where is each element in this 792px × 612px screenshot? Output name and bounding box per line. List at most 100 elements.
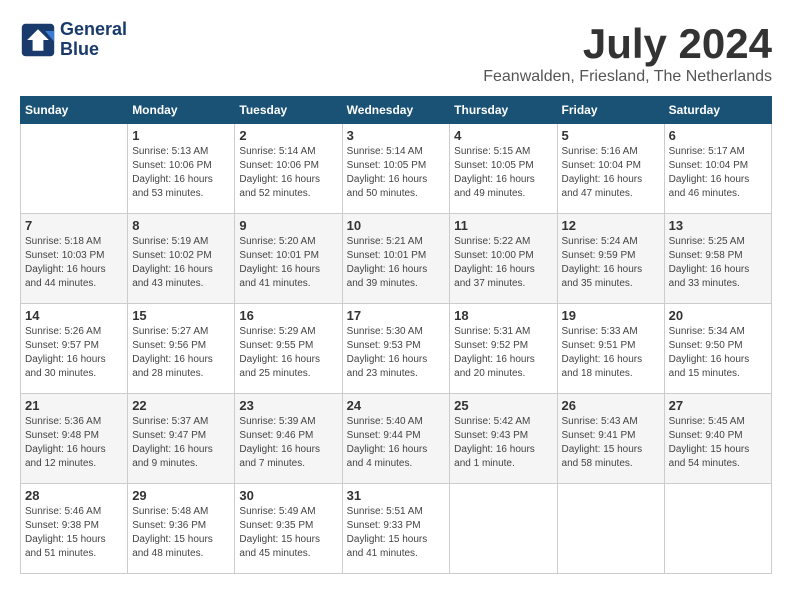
day-detail: Sunrise: 5:26 AM Sunset: 9:57 PM Dayligh… — [25, 325, 123, 381]
calendar-cell: 12 Sunrise: 5:24 AM Sunset: 9:59 PM Dayli… — [557, 214, 664, 304]
day-detail: Sunrise: 5:21 AM Sunset: 10:01 PM Daylig… — [347, 235, 446, 291]
calendar-cell — [664, 484, 771, 574]
calendar-cell: 19 Sunrise: 5:33 AM Sunset: 9:51 PM Dayli… — [557, 304, 664, 394]
day-detail: Sunrise: 5:27 AM Sunset: 9:56 PM Dayligh… — [132, 325, 230, 381]
day-number: 8 — [132, 218, 230, 233]
day-number: 31 — [347, 488, 446, 503]
day-number: 3 — [347, 128, 446, 143]
calendar-cell: 2 Sunrise: 5:14 AM Sunset: 10:06 PM Dayli… — [235, 124, 342, 214]
day-detail: Sunrise: 5:24 AM Sunset: 9:59 PM Dayligh… — [562, 235, 660, 291]
calendar-cell — [21, 124, 128, 214]
day-detail: Sunrise: 5:49 AM Sunset: 9:35 PM Dayligh… — [239, 505, 337, 561]
day-number: 4 — [454, 128, 552, 143]
column-header-friday: Friday — [557, 97, 664, 124]
page-header: General Blue July 2024 Feanwalden, Fries… — [20, 20, 772, 86]
day-number: 13 — [669, 218, 767, 233]
day-detail: Sunrise: 5:15 AM Sunset: 10:05 PM Daylig… — [454, 145, 552, 201]
day-detail: Sunrise: 5:34 AM Sunset: 9:50 PM Dayligh… — [669, 325, 767, 381]
day-number: 16 — [239, 308, 337, 323]
calendar-cell: 10 Sunrise: 5:21 AM Sunset: 10:01 PM Dayl… — [342, 214, 450, 304]
column-header-saturday: Saturday — [664, 97, 771, 124]
day-number: 23 — [239, 398, 337, 413]
day-detail: Sunrise: 5:46 AM Sunset: 9:38 PM Dayligh… — [25, 505, 123, 561]
day-number: 19 — [562, 308, 660, 323]
day-detail: Sunrise: 5:40 AM Sunset: 9:44 PM Dayligh… — [347, 415, 446, 471]
day-detail: Sunrise: 5:18 AM Sunset: 10:03 PM Daylig… — [25, 235, 123, 291]
calendar-cell: 14Sunrise: 5:26 AM Sunset: 9:57 PM Dayli… — [21, 304, 128, 394]
column-header-sunday: Sunday — [21, 97, 128, 124]
day-detail: Sunrise: 5:14 AM Sunset: 10:06 PM Daylig… — [239, 145, 337, 201]
calendar-cell: 17 Sunrise: 5:30 AM Sunset: 9:53 PM Dayli… — [342, 304, 450, 394]
calendar-cell: 18 Sunrise: 5:31 AM Sunset: 9:52 PM Dayli… — [450, 304, 557, 394]
day-number: 7 — [25, 218, 123, 233]
calendar-cell: 8Sunrise: 5:19 AM Sunset: 10:02 PM Dayli… — [128, 214, 235, 304]
calendar-cell — [450, 484, 557, 574]
day-number: 18 — [454, 308, 552, 323]
day-number: 6 — [669, 128, 767, 143]
day-detail: Sunrise: 5:13 AM Sunset: 10:06 PM Daylig… — [132, 145, 230, 201]
day-number: 29 — [132, 488, 230, 503]
calendar-cell: 26Sunrise: 5:43 AM Sunset: 9:41 PM Dayli… — [557, 394, 664, 484]
day-detail: Sunrise: 5:45 AM Sunset: 9:40 PM Dayligh… — [669, 415, 767, 471]
day-detail: Sunrise: 5:36 AM Sunset: 9:48 PM Dayligh… — [25, 415, 123, 471]
calendar-cell: 13 Sunrise: 5:25 AM Sunset: 9:58 PM Dayli… — [664, 214, 771, 304]
calendar-cell: 27 Sunrise: 5:45 AM Sunset: 9:40 PM Dayli… — [664, 394, 771, 484]
column-header-wednesday: Wednesday — [342, 97, 450, 124]
calendar-cell: 20Sunrise: 5:34 AM Sunset: 9:50 PM Dayli… — [664, 304, 771, 394]
column-header-monday: Monday — [128, 97, 235, 124]
calendar-cell: 30 Sunrise: 5:49 AM Sunset: 9:35 PM Dayli… — [235, 484, 342, 574]
day-number: 21 — [25, 398, 123, 413]
calendar-cell: 23 Sunrise: 5:39 AM Sunset: 9:46 PM Dayli… — [235, 394, 342, 484]
day-number: 30 — [239, 488, 337, 503]
day-number: 26 — [562, 398, 660, 413]
calendar-table: SundayMondayTuesdayWednesdayThursdayFrid… — [20, 96, 772, 574]
day-number: 11 — [454, 218, 552, 233]
week-row-4: 21 Sunrise: 5:36 AM Sunset: 9:48 PM Dayli… — [21, 394, 772, 484]
column-header-thursday: Thursday — [450, 97, 557, 124]
calendar-cell: 15 Sunrise: 5:27 AM Sunset: 9:56 PM Dayli… — [128, 304, 235, 394]
day-number: 9 — [239, 218, 337, 233]
calendar-cell — [557, 484, 664, 574]
day-detail: Sunrise: 5:33 AM Sunset: 9:51 PM Dayligh… — [562, 325, 660, 381]
day-detail: Sunrise: 5:30 AM Sunset: 9:53 PM Dayligh… — [347, 325, 446, 381]
day-detail: Sunrise: 5:25 AM Sunset: 9:58 PM Dayligh… — [669, 235, 767, 291]
day-number: 5 — [562, 128, 660, 143]
day-number: 28 — [25, 488, 123, 503]
calendar-cell: 31Sunrise: 5:51 AM Sunset: 9:33 PM Dayli… — [342, 484, 450, 574]
day-detail: Sunrise: 5:20 AM Sunset: 10:01 PM Daylig… — [239, 235, 337, 291]
day-detail: Sunrise: 5:17 AM Sunset: 10:04 PM Daylig… — [669, 145, 767, 201]
calendar-cell: 3Sunrise: 5:14 AM Sunset: 10:05 PM Dayli… — [342, 124, 450, 214]
day-number: 2 — [239, 128, 337, 143]
day-detail: Sunrise: 5:31 AM Sunset: 9:52 PM Dayligh… — [454, 325, 552, 381]
week-row-5: 28 Sunrise: 5:46 AM Sunset: 9:38 PM Dayli… — [21, 484, 772, 574]
calendar-cell: 24 Sunrise: 5:40 AM Sunset: 9:44 PM Dayli… — [342, 394, 450, 484]
calendar-cell: 21 Sunrise: 5:36 AM Sunset: 9:48 PM Dayli… — [21, 394, 128, 484]
logo: General Blue — [20, 20, 127, 60]
calendar-cell: 1Sunrise: 5:13 AM Sunset: 10:06 PM Dayli… — [128, 124, 235, 214]
day-detail: Sunrise: 5:37 AM Sunset: 9:47 PM Dayligh… — [132, 415, 230, 471]
location-title: Feanwalden, Friesland, The Netherlands — [483, 68, 772, 86]
day-number: 25 — [454, 398, 552, 413]
month-title: July 2024 — [483, 20, 772, 68]
calendar-cell: 28 Sunrise: 5:46 AM Sunset: 9:38 PM Dayli… — [21, 484, 128, 574]
calendar-cell: 16Sunrise: 5:29 AM Sunset: 9:55 PM Dayli… — [235, 304, 342, 394]
day-detail: Sunrise: 5:39 AM Sunset: 9:46 PM Dayligh… — [239, 415, 337, 471]
week-row-3: 14Sunrise: 5:26 AM Sunset: 9:57 PM Dayli… — [21, 304, 772, 394]
calendar-cell: 4 Sunrise: 5:15 AM Sunset: 10:05 PM Dayli… — [450, 124, 557, 214]
calendar-cell: 5Sunrise: 5:16 AM Sunset: 10:04 PM Dayli… — [557, 124, 664, 214]
day-number: 10 — [347, 218, 446, 233]
column-header-tuesday: Tuesday — [235, 97, 342, 124]
day-number: 15 — [132, 308, 230, 323]
day-number: 12 — [562, 218, 660, 233]
day-number: 24 — [347, 398, 446, 413]
calendar-cell: 29Sunrise: 5:48 AM Sunset: 9:36 PM Dayli… — [128, 484, 235, 574]
day-detail: Sunrise: 5:42 AM Sunset: 9:43 PM Dayligh… — [454, 415, 552, 471]
calendar-cell: 7 Sunrise: 5:18 AM Sunset: 10:03 PM Dayli… — [21, 214, 128, 304]
day-number: 17 — [347, 308, 446, 323]
calendar-cell: 22 Sunrise: 5:37 AM Sunset: 9:47 PM Dayli… — [128, 394, 235, 484]
week-row-1: 1Sunrise: 5:13 AM Sunset: 10:06 PM Dayli… — [21, 124, 772, 214]
day-number: 22 — [132, 398, 230, 413]
calendar-cell: 6 Sunrise: 5:17 AM Sunset: 10:04 PM Dayli… — [664, 124, 771, 214]
logo-icon — [20, 22, 56, 58]
day-number: 27 — [669, 398, 767, 413]
